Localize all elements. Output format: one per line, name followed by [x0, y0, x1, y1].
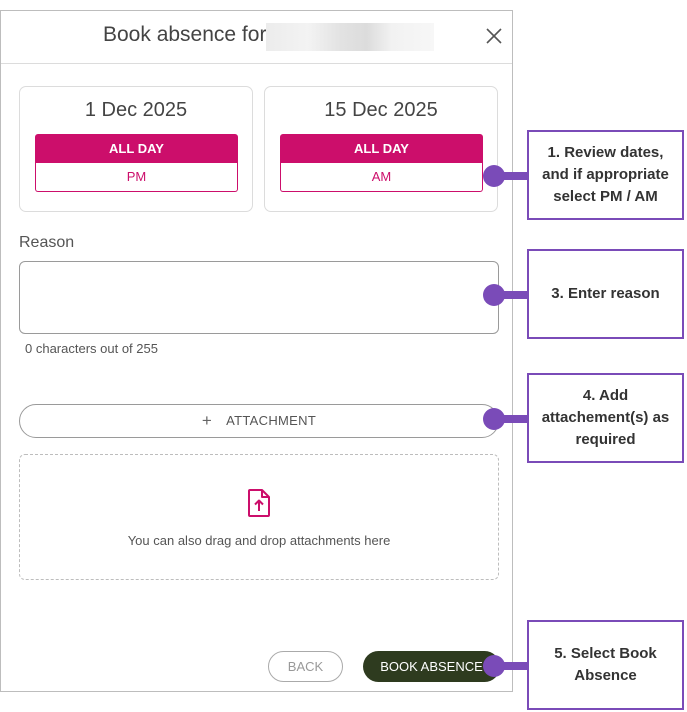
- reason-label: Reason: [19, 234, 75, 251]
- dialog-header: Book absence for: [1, 11, 512, 64]
- end-all-day-option[interactable]: ALL DAY: [280, 134, 483, 163]
- callout-marker-5: [483, 655, 505, 677]
- callout-add-attachments: 4. Add attachement(s) as required: [527, 373, 684, 463]
- callout-review-dates: 1. Review dates, and if appropriate sele…: [527, 130, 684, 220]
- book-absence-button[interactable]: BOOK ABSENCE: [363, 651, 500, 682]
- dialog-title: Book absence for: [103, 23, 267, 46]
- start-date-card: 1 Dec 2025 ALL DAY PM: [19, 86, 253, 212]
- attachment-button-label: ATTACHMENT: [226, 413, 317, 428]
- callout-marker-3: [483, 284, 505, 306]
- back-button[interactable]: BACK: [268, 651, 343, 682]
- callout-marker-4: [483, 408, 505, 430]
- start-date: 1 Dec 2025: [84, 99, 188, 121]
- reason-input[interactable]: [19, 261, 499, 334]
- plus-icon: +: [201, 411, 213, 430]
- book-absence-dialog: Book absence for 1 Dec 2025 ALL DAY PM 1…: [0, 10, 513, 692]
- drop-zone-hint: You can also drag and drop attachments h…: [127, 533, 391, 548]
- callout-select-book-absence: 5. Select Book Absence: [527, 620, 684, 710]
- start-pm-option[interactable]: PM: [35, 163, 238, 192]
- end-am-option[interactable]: AM: [280, 163, 483, 192]
- file-upload-icon: [247, 488, 271, 518]
- add-attachment-button[interactable]: + ATTACHMENT: [19, 404, 499, 438]
- end-date-card: 15 Dec 2025 ALL DAY AM: [264, 86, 498, 212]
- callout-enter-reason: 3. Enter reason: [527, 249, 684, 339]
- end-date: 15 Dec 2025: [324, 99, 438, 121]
- redacted-employee-name: [266, 23, 434, 51]
- start-all-day-option[interactable]: ALL DAY: [35, 134, 238, 163]
- character-counter: 0 characters out of 255: [25, 341, 158, 356]
- close-icon[interactable]: [485, 27, 503, 45]
- attachment-drop-zone[interactable]: You can also drag and drop attachments h…: [19, 454, 499, 580]
- callout-marker-1: [483, 165, 505, 187]
